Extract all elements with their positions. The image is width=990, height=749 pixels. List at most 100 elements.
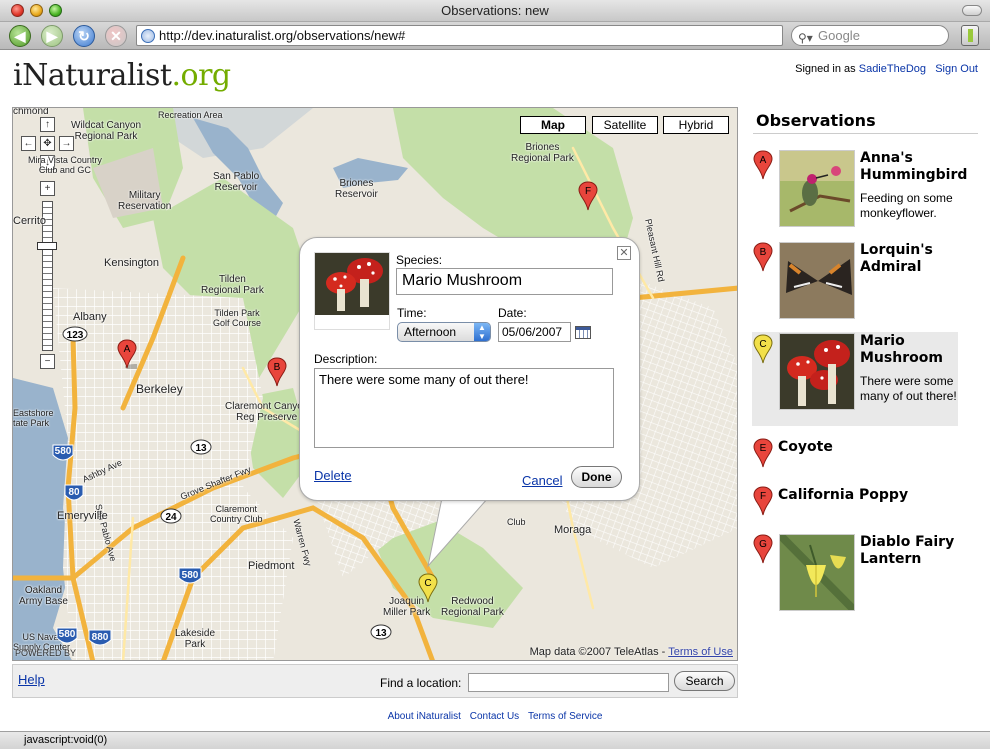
search-field[interactable]: ⚲▾ Google [791, 25, 949, 46]
observation-name[interactable]: Coyote [778, 439, 948, 456]
mushroom-photo [315, 253, 389, 315]
observation-info-window: ✕ Species: Mario Mushroom Time: Afternoo… [299, 237, 640, 501]
map-pin-c[interactable]: C [418, 573, 438, 603]
observation-name[interactable]: Mario Mushroom [860, 333, 960, 367]
mushroom-photo [780, 334, 854, 409]
calendar-icon[interactable] [575, 326, 591, 339]
map-copyright: Map data ©2007 TeleAtlas - Terms of Use [530, 646, 733, 658]
svg-text:13: 13 [375, 628, 387, 639]
observation-name[interactable]: Lorquin's Admiral [860, 242, 960, 276]
species-label: Species: [396, 253, 443, 267]
time-select[interactable]: Afternoon ▲ ▼ [397, 322, 491, 342]
observation-description: There were some many of out there! [860, 374, 957, 403]
observation-item-b[interactable]: B Lorquin's Admiral [752, 242, 958, 322]
date-input[interactable]: 05/06/2007 [498, 322, 571, 342]
signed-in-label: Signed in as [795, 63, 856, 75]
observation-name[interactable]: Anna's Hummingbird [860, 150, 967, 184]
marker-pin-icon: A [753, 150, 773, 180]
observation-name[interactable]: California Poppy [778, 487, 948, 504]
map-footer: Help Find a location: Search [12, 664, 738, 698]
terms-of-service-link[interactable]: Terms of Service [528, 711, 602, 722]
address-bar[interactable]: http://dev.inaturalist.org/observations/… [136, 25, 783, 46]
logo-suffix-text: .org [171, 58, 231, 93]
observation-name[interactable]: Diablo Fairy Lantern [860, 534, 960, 568]
info-window-tail [427, 498, 489, 568]
fairy-lantern-photo [780, 535, 854, 610]
observation-item-a[interactable]: A Anna's Hummingbird Feeding on some mon… [752, 150, 967, 230]
powered-by-text: POWERED BY [15, 648, 77, 658]
marker-letter: G [759, 539, 767, 550]
search-placeholder: Google [818, 28, 860, 43]
toolbar-toggle-button[interactable] [962, 5, 982, 16]
reload-button[interactable]: ↻ [73, 25, 95, 47]
address-text: http://dev.inaturalist.org/observations/… [159, 28, 406, 43]
interstate-880-shield: 880 [88, 629, 112, 646]
stop-icon: ✕ [110, 27, 122, 44]
map-pin-b[interactable]: B [267, 357, 287, 387]
pin-letter: C [424, 578, 431, 589]
forward-arrow-icon: ▶ [46, 27, 58, 44]
marker-pin-icon: E [753, 438, 773, 468]
marker-letter: B [760, 247, 767, 258]
delete-link[interactable]: Delete [314, 468, 352, 483]
observation-item-f[interactable]: F California Poppy [752, 486, 958, 522]
contact-link[interactable]: Contact Us [470, 711, 519, 722]
interstate-580-shield-b: 580 [56, 627, 78, 644]
observation-item-g[interactable]: G Diablo Fairy Lantern [752, 534, 958, 614]
terms-of-use-link[interactable]: Terms of Use [668, 646, 733, 658]
time-label: Time: [397, 306, 427, 320]
map-pin-f[interactable]: F [578, 181, 598, 211]
route-24-shield: 24 [160, 508, 182, 524]
interstate-580-shield-a: 580 [52, 444, 74, 461]
date-label: Date: [498, 306, 527, 320]
description-label: Description: [314, 352, 378, 366]
svg-text:580: 580 [182, 570, 199, 581]
observation-description: Feeding on some monkeyflower. [860, 191, 953, 220]
search-icon: ⚲▾ [798, 31, 813, 45]
username-link[interactable]: SadieTheDog [859, 63, 926, 75]
find-location-input[interactable] [468, 673, 669, 692]
forward-button[interactable]: ▶ [41, 25, 63, 47]
map-pin-a[interactable]: A [117, 339, 137, 369]
interstate-580-shield-c: 580 [178, 567, 202, 584]
svg-text:13: 13 [195, 443, 207, 454]
route-123-shield: 123 [62, 326, 88, 342]
svg-text:123: 123 [67, 330, 84, 341]
marker-letter: F [760, 491, 766, 502]
page-footer: About iNaturalist Contact Us Terms of Se… [0, 711, 990, 722]
close-icon[interactable]: ✕ [617, 246, 631, 260]
hummingbird-photo [780, 151, 854, 226]
done-button[interactable]: Done [571, 466, 622, 488]
browser-toolbar: ◀ ▶ ↻ ✕ http://dev.inaturalist.org/obser… [0, 22, 990, 50]
observation-photo[interactable] [779, 333, 855, 410]
browser-status-bar: javascript:void(0) [0, 731, 990, 749]
find-location-label: Find a location: [380, 676, 462, 690]
sign-out-link[interactable]: Sign Out [935, 63, 978, 75]
globe-icon [141, 29, 155, 43]
stop-button[interactable]: ✕ [105, 25, 127, 47]
observation-photo[interactable] [779, 534, 855, 611]
search-button[interactable]: Search [674, 671, 735, 691]
help-link[interactable]: Help [18, 672, 45, 687]
bookmark-button[interactable] [961, 25, 979, 46]
site-logo[interactable]: iNaturalist.org [13, 58, 231, 93]
svg-text:80: 80 [68, 487, 80, 498]
butterfly-photo [780, 243, 854, 318]
back-button[interactable]: ◀ [9, 25, 31, 47]
observation-photo[interactable] [779, 242, 855, 319]
reload-icon: ↻ [78, 27, 90, 44]
observation-item-e[interactable]: E Coyote [752, 438, 958, 474]
pin-letter: B [274, 362, 281, 373]
description-textarea[interactable]: There were some many of out there! [314, 368, 614, 448]
about-link[interactable]: About iNaturalist [388, 711, 461, 722]
observation-photo[interactable] [779, 150, 855, 227]
map-copyright-text: Map data ©2007 TeleAtlas - [529, 646, 666, 658]
observation-item-c[interactable]: C Mario Mushroom There were some many of… [752, 332, 958, 426]
svg-text:880: 880 [92, 632, 109, 643]
route-13-shield-a: 13 [190, 439, 212, 455]
marker-letter: E [760, 443, 767, 454]
cancel-link[interactable]: Cancel [522, 473, 562, 488]
species-input[interactable]: Mario Mushroom [396, 268, 613, 295]
species-thumbnail [314, 252, 390, 330]
select-arrows-icon: ▲ ▼ [474, 323, 490, 341]
